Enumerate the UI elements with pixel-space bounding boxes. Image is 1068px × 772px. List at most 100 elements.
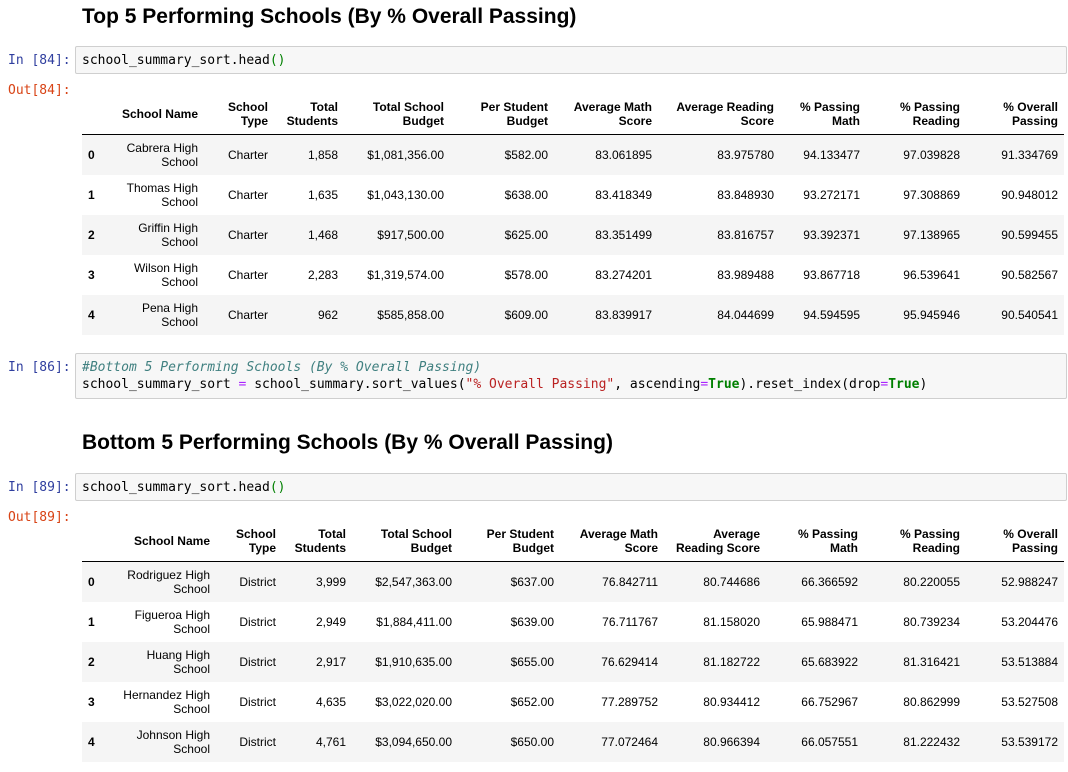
table-row: 2 Huang High School District 2,917 $1,910,63…	[82, 641, 1064, 682]
cell-budget: $3,094,650.00	[375, 734, 452, 749]
cell-per-student: $655.00	[510, 654, 554, 669]
cell-budget: $1,910,635.00	[375, 654, 452, 669]
cell-pass-math: 94.594595	[803, 307, 860, 322]
input-prompt-89: In [89]:	[8, 480, 71, 495]
column-header: Per Student Budget	[458, 521, 560, 562]
code-arg: , ascending	[614, 377, 701, 392]
cell-pass-reading: 97.138965	[903, 227, 960, 242]
cell-type: Charter	[227, 307, 268, 322]
cell-name: Rodriguez High School	[127, 567, 210, 596]
column-header: Total Students	[274, 94, 344, 135]
bottom-schools-heading: Bottom 5 Performing Schools (By % Overal…	[82, 431, 613, 454]
code-parens: ()	[269, 480, 286, 495]
cell-name: Figueroa High School	[134, 607, 210, 636]
cell-pass-math: 66.057551	[801, 734, 858, 749]
code-cell-89[interactable]: school_summary_sort.head()	[75, 473, 1067, 501]
cell-students: 4,635	[315, 694, 346, 709]
cell-overall: 53.204476	[1001, 614, 1058, 629]
cell-pass-math: 66.752967	[801, 694, 858, 709]
cell-students: 1,468	[307, 227, 338, 242]
cell-name: Wilson High School	[133, 260, 198, 289]
column-header: Average Math Score	[554, 94, 658, 135]
row-index: 1	[88, 614, 95, 629]
cell-name: Johnson High School	[136, 727, 210, 756]
code-parens: ()	[269, 53, 286, 68]
cell-reading: 83.848930	[717, 187, 774, 202]
cell-budget: $3,022,020.00	[375, 694, 452, 709]
cell-budget: $2,547,363.00	[375, 574, 452, 589]
column-header: Total School Budget	[344, 94, 450, 135]
row-index: 3	[88, 694, 95, 709]
cell-pass-math: 65.988471	[801, 614, 858, 629]
cell-type: Charter	[227, 267, 268, 282]
row-index: 0	[88, 574, 95, 589]
cell-students: 962	[317, 307, 338, 322]
cell-pass-math: 94.133477	[803, 147, 860, 162]
column-header: % Passing Math	[766, 521, 864, 562]
column-header: % Overall Passing	[966, 521, 1064, 562]
cell-students: 1,858	[307, 147, 338, 162]
code-comment: #Bottom 5 Performing Schools (By % Overa…	[82, 360, 482, 375]
cell-reading: 84.044699	[717, 307, 774, 322]
cell-students: 2,917	[315, 654, 346, 669]
cell-pass-math: 93.392371	[803, 227, 860, 242]
cell-students: 2,283	[307, 267, 338, 282]
cell-name: Huang High School	[146, 647, 210, 676]
column-header: Average Math Score	[560, 521, 664, 562]
cell-reading: 81.182722	[703, 654, 760, 669]
row-index: 2	[88, 227, 95, 242]
column-header: % Passing Reading	[866, 94, 966, 135]
cell-budget: $1,043,130.00	[367, 187, 444, 202]
code-cell-86[interactable]: #Bottom 5 Performing Schools (By % Overa…	[75, 353, 1067, 399]
cell-type: Charter	[227, 147, 268, 162]
row-index: 0	[88, 147, 95, 162]
cell-pass-reading: 97.039828	[903, 147, 960, 162]
cell-overall: 53.527508	[1001, 694, 1058, 709]
column-header: Total Students	[282, 521, 352, 562]
code-call: )	[919, 377, 928, 392]
cell-students: 1,635	[307, 187, 338, 202]
cell-pass-reading: 81.222432	[903, 734, 960, 749]
table-row: 2 Griffin High School Charter 1,468 $917,500…	[82, 214, 1064, 255]
cell-students: 3,999	[315, 574, 346, 589]
code-text: school_summary_sort.head	[82, 53, 270, 68]
table-row: 4 Pena High School Charter 962 $585,858.00 $6…	[82, 294, 1064, 335]
cell-reading: 83.975780	[717, 147, 774, 162]
row-index: 2	[88, 654, 95, 669]
cell-pass-math: 93.867718	[803, 267, 860, 282]
column-header: % Overall Passing	[966, 94, 1064, 135]
top-schools-heading: Top 5 Performing Schools (By % Overall P…	[82, 5, 577, 28]
cell-overall: 52.988247	[1001, 574, 1058, 589]
cell-pass-reading: 80.862999	[903, 694, 960, 709]
cell-reading: 83.989488	[717, 267, 774, 282]
table-row: 1 Thomas High School Charter 1,635 $1,043,13…	[82, 175, 1064, 215]
cell-overall: 53.539172	[1001, 734, 1058, 749]
cell-pass-reading: 80.739234	[903, 614, 960, 629]
code-cell-84[interactable]: school_summary_sort.head()	[75, 46, 1067, 74]
column-header: School Name	[114, 521, 216, 562]
cell-pass-math: 66.366592	[801, 574, 858, 589]
code-text: school_summary_sort.head	[82, 480, 270, 495]
row-index: 4	[88, 307, 95, 322]
column-header: School Type	[204, 94, 274, 135]
cell-name: Hernandez High School	[123, 687, 210, 716]
cell-type: District	[239, 694, 276, 709]
input-prompt-84: In [84]:	[8, 53, 71, 68]
row-index: 3	[88, 267, 95, 282]
cell-type: District	[239, 614, 276, 629]
table-row: 3 Hernandez High School District 4,635 $3,02…	[82, 682, 1064, 722]
row-index: 4	[88, 734, 95, 749]
row-index: 1	[88, 187, 95, 202]
cell-per-student: $652.00	[510, 694, 554, 709]
cell-reading: 80.966394	[703, 734, 760, 749]
cell-budget: $1,081,356.00	[367, 147, 444, 162]
cell-math: 76.629414	[601, 654, 658, 669]
cell-pass-reading: 95.945946	[903, 307, 960, 322]
cell-per-student: $578.00	[504, 267, 548, 282]
cell-pass-reading: 81.316421	[903, 654, 960, 669]
cell-per-student: $637.00	[510, 574, 554, 589]
table-row: 3 Wilson High School Charter 2,283 $1,319,57…	[82, 255, 1064, 295]
table-row: 1 Figueroa High School District 2,949 $1,884…	[82, 602, 1064, 642]
cell-reading: 80.744686	[703, 574, 760, 589]
table-header-row: School Name School Type Total Students T…	[82, 94, 1064, 135]
